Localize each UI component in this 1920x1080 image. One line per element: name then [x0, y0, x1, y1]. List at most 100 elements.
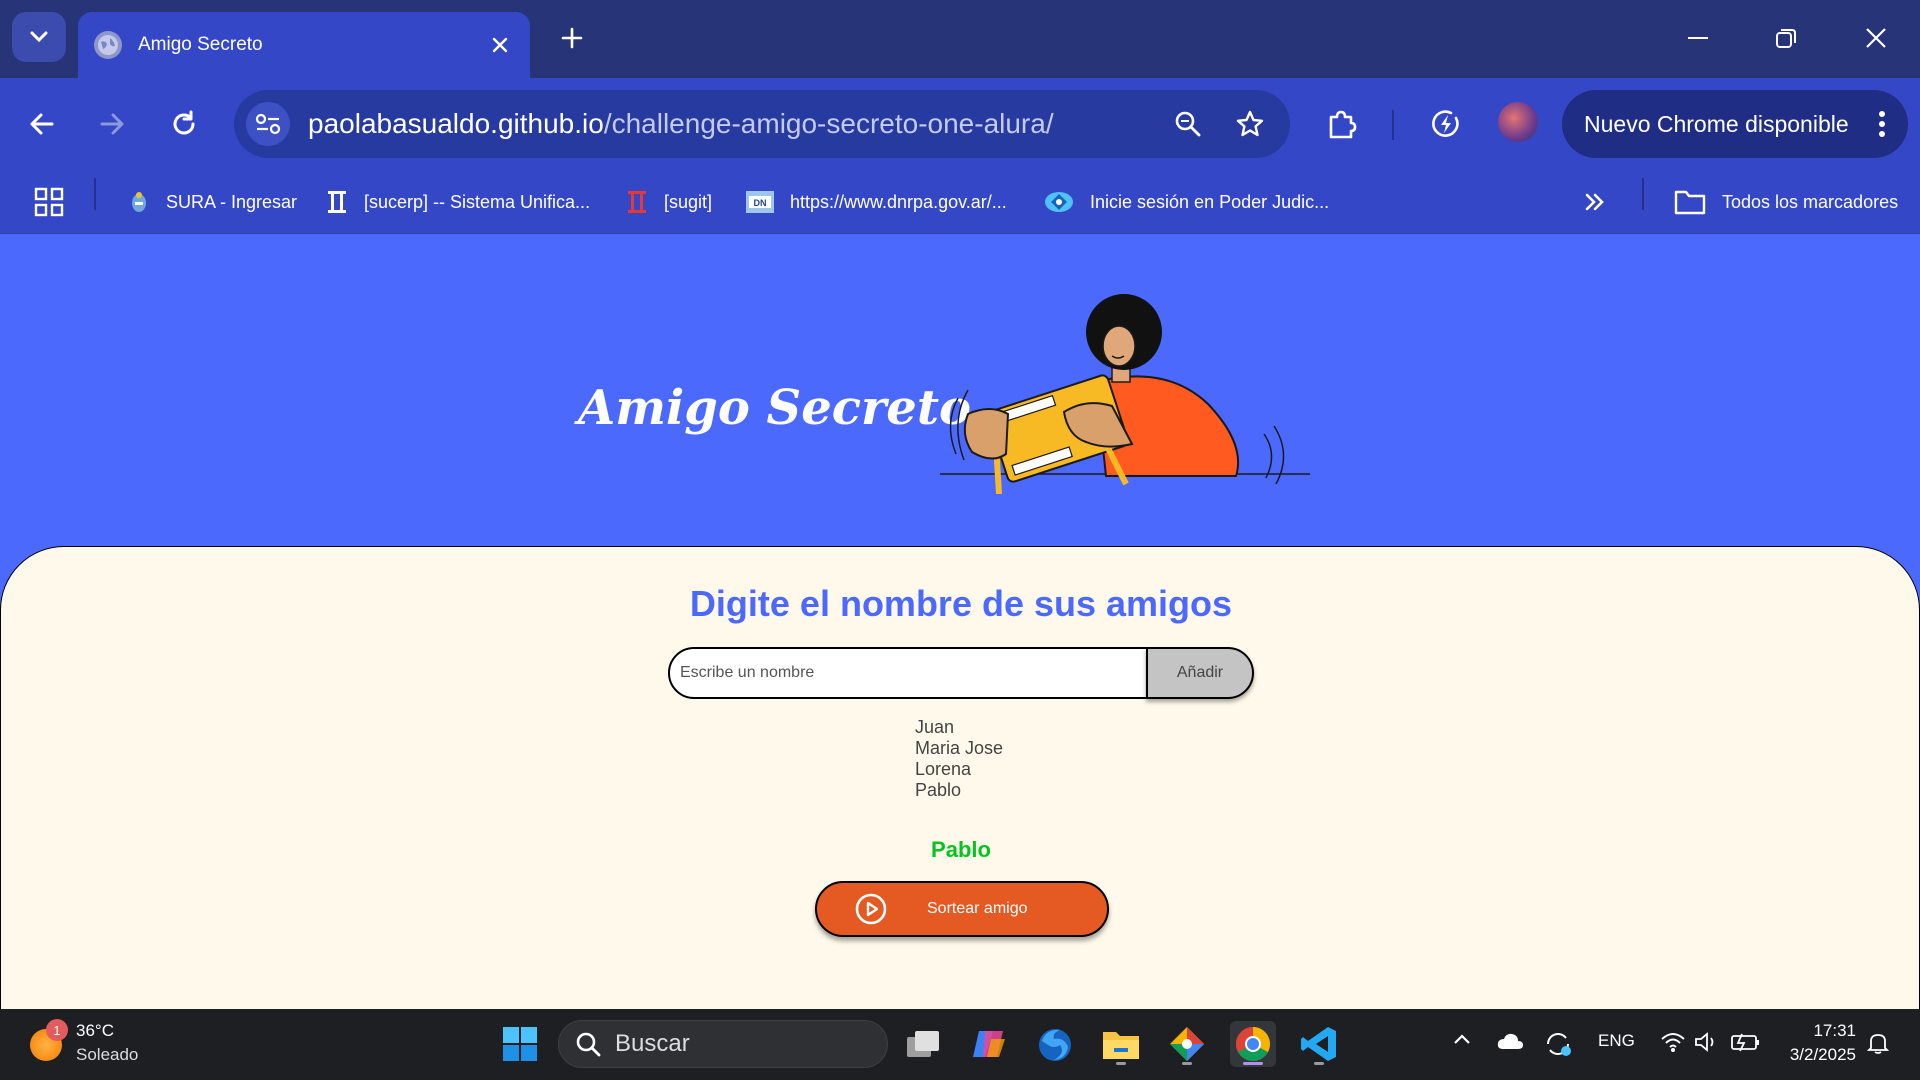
tray-overflow-button[interactable] — [1452, 1031, 1472, 1051]
draw-result: Pablo — [931, 837, 991, 862]
apps-grid-icon — [34, 187, 64, 217]
more-bookmarks-button[interactable] — [1584, 182, 1606, 222]
page-title: Amigo Secreto — [578, 380, 971, 436]
friends-list: Juan Maria Jose Lorena Pablo — [915, 717, 1003, 801]
draw-friend-button[interactable]: Sortear amigo — [815, 881, 1109, 937]
sync-icon[interactable] — [1544, 1031, 1572, 1062]
file-explorer-button[interactable] — [1098, 1021, 1144, 1067]
bookmark-item[interactable]: Inicie sesión en Poder Judic... — [1044, 182, 1329, 222]
bookmark-item[interactable]: [sugit] — [626, 182, 712, 222]
apps-button[interactable] — [34, 182, 64, 222]
clock-date: 3/2/2025 — [1789, 1045, 1856, 1064]
restore-button[interactable] — [1756, 18, 1816, 58]
copilot-icon — [973, 1031, 1005, 1057]
name-input-row: Añadir — [668, 647, 1254, 699]
running-indicator — [1182, 1062, 1192, 1065]
browser-toolbar: paolabasualdo.github.io/challenge-amigo-… — [0, 78, 1920, 170]
battery-icon[interactable] — [1730, 1031, 1762, 1058]
weather-temperature: 36°C — [76, 1021, 114, 1040]
running-indicator — [1314, 1062, 1324, 1065]
active-indicator — [1243, 1062, 1263, 1065]
app-button[interactable] — [1164, 1021, 1210, 1067]
tab-title: Amigo Secreto — [138, 34, 263, 55]
play-circle-icon — [855, 893, 887, 925]
active-tab[interactable]: Amigo Secreto — [78, 12, 530, 78]
close-window-button[interactable] — [1846, 18, 1906, 58]
language-indicator[interactable]: ENG — [1598, 1031, 1635, 1051]
notifications-icon[interactable] — [1866, 1031, 1890, 1060]
bookmark-label: Inicie sesión en Poder Judic... — [1090, 191, 1330, 212]
site-info-icon[interactable] — [246, 102, 290, 146]
add-button[interactable]: Añadir — [1146, 647, 1254, 699]
dnrpa-icon: DN — [746, 191, 774, 213]
tab-strip: Amigo Secreto — [0, 0, 1920, 78]
list-item: Pablo — [915, 780, 962, 800]
bookmark-label: SURA - Ingresar — [166, 191, 298, 212]
zoom-icon[interactable] — [1166, 102, 1210, 146]
close-tab-icon[interactable] — [486, 31, 514, 59]
bookmark-item[interactable]: SURA - Ingresar — [128, 182, 297, 222]
task-view-button[interactable] — [900, 1021, 946, 1067]
start-button[interactable] — [497, 1021, 543, 1067]
vscode-button[interactable] — [1296, 1021, 1342, 1067]
windows-icon — [503, 1027, 537, 1061]
reload-button[interactable] — [162, 102, 206, 146]
more-vert-icon — [1879, 111, 1885, 137]
new-tab-button[interactable] — [554, 20, 590, 56]
vscode-icon — [1301, 1027, 1336, 1061]
folder-icon — [1674, 190, 1706, 215]
taskbar-search[interactable]: Buscar — [558, 1020, 888, 1068]
system-clock[interactable]: 17:31 3/2/2025 — [1790, 1019, 1856, 1067]
chrome-update-button[interactable]: Nuevo Chrome disponible — [1562, 90, 1908, 158]
bookmark-label: [sugit] — [664, 191, 713, 212]
draw-friend-label: Sortear amigo — [927, 900, 1028, 917]
search-label: Buscar — [615, 1030, 690, 1057]
pillar-red-icon — [626, 191, 648, 213]
bookmarks-divider — [1642, 178, 1644, 210]
url-domain: paolabasualdo.github.io — [308, 108, 604, 139]
bookmark-label: https://www.dnrpa.gov.ar/... — [790, 191, 1007, 212]
back-button[interactable] — [20, 102, 64, 146]
plus-icon — [561, 27, 583, 49]
svg-text:DN: DN — [754, 198, 767, 208]
volume-icon[interactable] — [1694, 1031, 1720, 1058]
minimize-button[interactable] — [1668, 18, 1728, 58]
bookmark-star-icon[interactable] — [1228, 102, 1272, 146]
wifi-icon[interactable] — [1660, 1031, 1686, 1058]
gift-illustration — [940, 294, 1310, 494]
double-chevron-right-icon — [1585, 193, 1604, 211]
firefox-button[interactable] — [1032, 1021, 1078, 1067]
tab-search-button[interactable] — [12, 12, 66, 62]
name-input[interactable] — [668, 647, 1148, 699]
chrome-button[interactable] — [1230, 1021, 1276, 1067]
arrow-left-icon — [30, 113, 54, 135]
forward-button[interactable] — [90, 102, 134, 146]
bookmark-label: [sucerp] -- Sistema Unifica... — [364, 191, 591, 212]
chrome-icon — [1236, 1027, 1270, 1061]
minimize-icon — [1688, 37, 1708, 39]
extensions-icon[interactable] — [1320, 102, 1364, 146]
task-view-icon — [907, 1031, 939, 1057]
folder-icon — [1103, 1032, 1139, 1059]
notification-badge: 1 — [46, 1019, 68, 1041]
address-bar[interactable]: paolabasualdo.github.io/challenge-amigo-… — [234, 90, 1290, 158]
list-item: Lorena — [915, 759, 972, 779]
bookmark-item[interactable]: DN https://www.dnrpa.gov.ar/... — [746, 182, 1007, 222]
chevron-up-icon — [1454, 1034, 1470, 1044]
copilot-button[interactable] — [966, 1021, 1012, 1067]
onedrive-icon[interactable] — [1496, 1031, 1524, 1056]
weather-description: Soleado — [76, 1045, 139, 1064]
chevron-down-icon — [30, 31, 48, 43]
arrow-right-icon — [100, 113, 124, 135]
url-text: paolabasualdo.github.io/challenge-amigo-… — [308, 108, 1166, 140]
performance-icon[interactable] — [1424, 102, 1468, 146]
main-card: Digite el nombre de sus amigos Añadir Ju… — [0, 546, 1920, 1009]
all-bookmarks-button[interactable]: Todos los marcadores — [1674, 182, 1898, 222]
clock-time: 17:31 — [1813, 1021, 1856, 1040]
restore-icon — [1776, 29, 1796, 48]
profile-avatar[interactable] — [1498, 102, 1538, 142]
web-page: Amigo Secreto Digite el nombre de sus am… — [0, 234, 1920, 1009]
globe-icon — [94, 31, 122, 59]
windows-taskbar: 1 36°C Soleado Buscar ENG 17:31 3/2/2025 — [0, 1009, 1920, 1080]
bookmark-item[interactable]: [sucerp] -- Sistema Unifica... — [326, 182, 590, 222]
